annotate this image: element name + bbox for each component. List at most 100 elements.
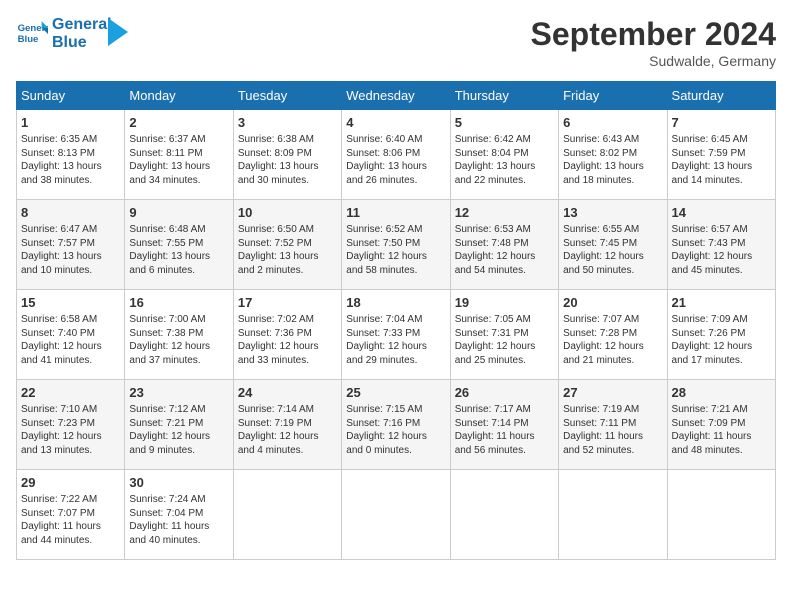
weekday-header-sunday: Sunday (17, 82, 125, 110)
logo-blue: Blue (52, 34, 112, 52)
day-number: 12 (455, 204, 554, 222)
day-number: 25 (346, 384, 445, 402)
cell-content: Sunrise: 6:38 AM Sunset: 8:09 PM Dayligh… (238, 133, 337, 187)
month-title: September 2024 (531, 16, 776, 53)
calendar-cell: 25Sunrise: 7:15 AM Sunset: 7:16 PM Dayli… (342, 380, 450, 470)
cell-content: Sunrise: 6:48 AM Sunset: 7:55 PM Dayligh… (129, 223, 228, 277)
calendar-cell: 1Sunrise: 6:35 AM Sunset: 8:13 PM Daylig… (17, 110, 125, 200)
calendar-cell: 30Sunrise: 7:24 AM Sunset: 7:04 PM Dayli… (125, 470, 233, 560)
calendar-week-2: 8Sunrise: 6:47 AM Sunset: 7:57 PM Daylig… (17, 200, 776, 290)
day-number: 14 (672, 204, 771, 222)
day-number: 29 (21, 474, 120, 492)
weekday-header-row: SundayMondayTuesdayWednesdayThursdayFrid… (17, 82, 776, 110)
calendar-cell: 11Sunrise: 6:52 AM Sunset: 7:50 PM Dayli… (342, 200, 450, 290)
calendar-cell: 3Sunrise: 6:38 AM Sunset: 8:09 PM Daylig… (233, 110, 341, 200)
day-number: 30 (129, 474, 228, 492)
cell-content: Sunrise: 7:17 AM Sunset: 7:14 PM Dayligh… (455, 403, 554, 457)
calendar-cell (450, 470, 558, 560)
day-number: 17 (238, 294, 337, 312)
calendar-cell: 28Sunrise: 7:21 AM Sunset: 7:09 PM Dayli… (667, 380, 775, 470)
cell-content: Sunrise: 6:37 AM Sunset: 8:11 PM Dayligh… (129, 133, 228, 187)
cell-content: Sunrise: 6:42 AM Sunset: 8:04 PM Dayligh… (455, 133, 554, 187)
calendar-cell: 6Sunrise: 6:43 AM Sunset: 8:02 PM Daylig… (559, 110, 667, 200)
calendar-week-1: 1Sunrise: 6:35 AM Sunset: 8:13 PM Daylig… (17, 110, 776, 200)
calendar-cell: 15Sunrise: 6:58 AM Sunset: 7:40 PM Dayli… (17, 290, 125, 380)
calendar-cell: 2Sunrise: 6:37 AM Sunset: 8:11 PM Daylig… (125, 110, 233, 200)
cell-content: Sunrise: 6:35 AM Sunset: 8:13 PM Dayligh… (21, 133, 120, 187)
calendar-cell: 13Sunrise: 6:55 AM Sunset: 7:45 PM Dayli… (559, 200, 667, 290)
calendar-cell: 17Sunrise: 7:02 AM Sunset: 7:36 PM Dayli… (233, 290, 341, 380)
day-number: 10 (238, 204, 337, 222)
calendar-cell: 16Sunrise: 7:00 AM Sunset: 7:38 PM Dayli… (125, 290, 233, 380)
logo: General Blue General Blue (16, 16, 128, 51)
calendar-cell: 12Sunrise: 6:53 AM Sunset: 7:48 PM Dayli… (450, 200, 558, 290)
day-number: 15 (21, 294, 120, 312)
calendar-cell: 23Sunrise: 7:12 AM Sunset: 7:21 PM Dayli… (125, 380, 233, 470)
day-number: 18 (346, 294, 445, 312)
calendar-cell: 24Sunrise: 7:14 AM Sunset: 7:19 PM Dayli… (233, 380, 341, 470)
calendar-week-4: 22Sunrise: 7:10 AM Sunset: 7:23 PM Dayli… (17, 380, 776, 470)
calendar-cell: 29Sunrise: 7:22 AM Sunset: 7:07 PM Dayli… (17, 470, 125, 560)
cell-content: Sunrise: 6:45 AM Sunset: 7:59 PM Dayligh… (672, 133, 771, 187)
cell-content: Sunrise: 7:04 AM Sunset: 7:33 PM Dayligh… (346, 313, 445, 367)
calendar-table: SundayMondayTuesdayWednesdayThursdayFrid… (16, 81, 776, 560)
cell-content: Sunrise: 7:09 AM Sunset: 7:26 PM Dayligh… (672, 313, 771, 367)
calendar-cell: 10Sunrise: 6:50 AM Sunset: 7:52 PM Dayli… (233, 200, 341, 290)
day-number: 5 (455, 114, 554, 132)
day-number: 8 (21, 204, 120, 222)
calendar-cell: 7Sunrise: 6:45 AM Sunset: 7:59 PM Daylig… (667, 110, 775, 200)
calendar-week-5: 29Sunrise: 7:22 AM Sunset: 7:07 PM Dayli… (17, 470, 776, 560)
calendar-cell (559, 470, 667, 560)
calendar-cell (233, 470, 341, 560)
day-number: 22 (21, 384, 120, 402)
cell-content: Sunrise: 6:52 AM Sunset: 7:50 PM Dayligh… (346, 223, 445, 277)
weekday-header-thursday: Thursday (450, 82, 558, 110)
cell-content: Sunrise: 7:10 AM Sunset: 7:23 PM Dayligh… (21, 403, 120, 457)
cell-content: Sunrise: 7:15 AM Sunset: 7:16 PM Dayligh… (346, 403, 445, 457)
cell-content: Sunrise: 6:57 AM Sunset: 7:43 PM Dayligh… (672, 223, 771, 277)
calendar-cell (342, 470, 450, 560)
logo-arrow-icon (108, 18, 128, 46)
cell-content: Sunrise: 7:12 AM Sunset: 7:21 PM Dayligh… (129, 403, 228, 457)
cell-content: Sunrise: 6:40 AM Sunset: 8:06 PM Dayligh… (346, 133, 445, 187)
calendar-cell: 22Sunrise: 7:10 AM Sunset: 7:23 PM Dayli… (17, 380, 125, 470)
logo-icon: General Blue (16, 18, 48, 50)
day-number: 11 (346, 204, 445, 222)
weekday-header-monday: Monday (125, 82, 233, 110)
calendar-cell: 18Sunrise: 7:04 AM Sunset: 7:33 PM Dayli… (342, 290, 450, 380)
calendar-cell (667, 470, 775, 560)
day-number: 19 (455, 294, 554, 312)
day-number: 24 (238, 384, 337, 402)
day-number: 20 (563, 294, 662, 312)
calendar-cell: 9Sunrise: 6:48 AM Sunset: 7:55 PM Daylig… (125, 200, 233, 290)
calendar-cell: 14Sunrise: 6:57 AM Sunset: 7:43 PM Dayli… (667, 200, 775, 290)
cell-content: Sunrise: 6:50 AM Sunset: 7:52 PM Dayligh… (238, 223, 337, 277)
svg-text:Blue: Blue (18, 34, 39, 45)
cell-content: Sunrise: 7:05 AM Sunset: 7:31 PM Dayligh… (455, 313, 554, 367)
calendar-cell: 21Sunrise: 7:09 AM Sunset: 7:26 PM Dayli… (667, 290, 775, 380)
calendar-cell: 8Sunrise: 6:47 AM Sunset: 7:57 PM Daylig… (17, 200, 125, 290)
cell-content: Sunrise: 6:53 AM Sunset: 7:48 PM Dayligh… (455, 223, 554, 277)
weekday-header-saturday: Saturday (667, 82, 775, 110)
cell-content: Sunrise: 7:19 AM Sunset: 7:11 PM Dayligh… (563, 403, 662, 457)
day-number: 16 (129, 294, 228, 312)
day-number: 28 (672, 384, 771, 402)
day-number: 21 (672, 294, 771, 312)
cell-content: Sunrise: 6:58 AM Sunset: 7:40 PM Dayligh… (21, 313, 120, 367)
day-number: 2 (129, 114, 228, 132)
cell-content: Sunrise: 7:24 AM Sunset: 7:04 PM Dayligh… (129, 493, 228, 547)
day-number: 13 (563, 204, 662, 222)
calendar-cell: 20Sunrise: 7:07 AM Sunset: 7:28 PM Dayli… (559, 290, 667, 380)
cell-content: Sunrise: 6:47 AM Sunset: 7:57 PM Dayligh… (21, 223, 120, 277)
day-number: 23 (129, 384, 228, 402)
weekday-header-friday: Friday (559, 82, 667, 110)
calendar-cell: 27Sunrise: 7:19 AM Sunset: 7:11 PM Dayli… (559, 380, 667, 470)
logo-general: General (52, 16, 112, 34)
cell-content: Sunrise: 7:22 AM Sunset: 7:07 PM Dayligh… (21, 493, 120, 547)
day-number: 26 (455, 384, 554, 402)
day-number: 9 (129, 204, 228, 222)
calendar-cell: 26Sunrise: 7:17 AM Sunset: 7:14 PM Dayli… (450, 380, 558, 470)
location: Sudwalde, Germany (531, 53, 776, 69)
calendar-cell: 5Sunrise: 6:42 AM Sunset: 8:04 PM Daylig… (450, 110, 558, 200)
cell-content: Sunrise: 7:14 AM Sunset: 7:19 PM Dayligh… (238, 403, 337, 457)
